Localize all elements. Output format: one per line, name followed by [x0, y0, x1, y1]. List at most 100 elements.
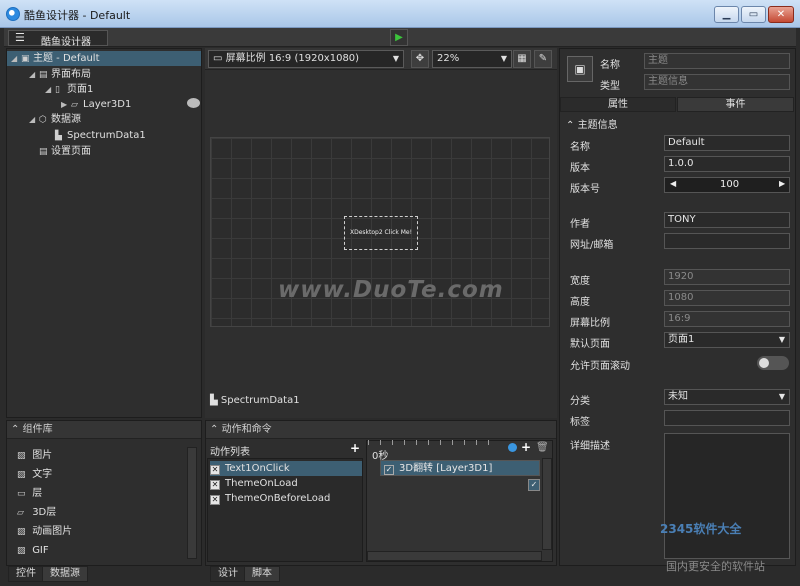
spectrum-data-icon: ▙	[55, 131, 62, 141]
expand-arrow-icon[interactable]: ◢	[45, 82, 55, 97]
expand-arrow-icon[interactable]: ◢	[11, 51, 21, 66]
collapse-circle-icon[interactable]: ⌃	[11, 424, 19, 435]
version-input[interactable]: 1.0.0	[664, 156, 790, 172]
decrement-arrow-icon[interactable]: ◀	[670, 179, 676, 188]
collapse-arrow-icon[interactable]: ▶	[61, 97, 71, 112]
author-input[interactable]: TONY	[664, 212, 790, 228]
field-label: 屏幕比例	[570, 318, 610, 329]
component-label: 文字	[32, 469, 53, 480]
object-name-field[interactable]: 主题	[644, 53, 790, 69]
visibility-eye-icon[interactable]	[187, 98, 200, 108]
tree-item-theme[interactable]: ◢ ▣ 主题 - Default	[7, 51, 201, 66]
title-bar: 酷鱼设计器 - Default ▁ ▭ ✕	[0, 0, 800, 28]
website-input[interactable]	[664, 233, 790, 249]
stage-text-element[interactable]: XDesktop2 Click Me!	[344, 216, 418, 250]
version-number-stepper[interactable]: ◀ 100 ▶	[664, 177, 790, 193]
site-watermark-tagline: 国内更安全的软件站	[666, 560, 765, 573]
action-label: Text1OnClick	[225, 463, 290, 474]
animated-image-icon: ▨	[17, 527, 26, 537]
name-label: 名称	[600, 60, 620, 71]
timeline-vscroll[interactable]	[542, 458, 552, 550]
component-animated-image[interactable]: ▨ 动画图片	[17, 523, 72, 541]
width-field: 1920	[664, 269, 790, 285]
canvas-toolbar: ▭ 屏幕比例 16:9 (1920x1080) ▼ ✥ 22% ▼ ▦ ✎	[205, 48, 557, 70]
tree-item-spectrumdata1[interactable]: ▙ SpectrumData1	[7, 128, 146, 143]
component-scrollbar[interactable]	[187, 447, 197, 559]
canvas-datasource-item[interactable]: ▙ SpectrumData1	[210, 395, 300, 406]
version-number-value: 100	[720, 179, 740, 190]
timeline-panel[interactable]	[366, 440, 553, 562]
add-command-icon[interactable]: +	[521, 440, 531, 454]
tree-item-settings-page[interactable]: ▤ 设置页面	[7, 144, 91, 159]
tree-item-label: 主题 - Default	[33, 53, 100, 64]
minimize-button[interactable]: ▁	[714, 6, 739, 23]
type-label: 类型	[600, 81, 620, 92]
theme-name-input[interactable]: Default	[664, 135, 790, 151]
collapse-circle-icon[interactable]: ⌃	[210, 424, 218, 435]
screen-ratio-select[interactable]: ▭ 屏幕比例 16:9 (1920x1080) ▼	[208, 50, 404, 68]
component-library-header[interactable]: ⌃ 组件库	[7, 421, 201, 439]
action-checkbox[interactable]: ✕	[210, 480, 220, 490]
timeline-hscroll[interactable]	[367, 551, 542, 561]
action-label: ThemeOnLoad	[225, 478, 298, 489]
hamburger-icon: ☰	[15, 31, 25, 44]
zoom-select[interactable]: 22% ▼	[432, 50, 512, 68]
app-logo-icon	[6, 7, 20, 21]
timeline-marker-icon[interactable]	[508, 443, 517, 452]
default-page-select[interactable]: 页面1 ▼	[664, 332, 790, 348]
tree-item-layout[interactable]: ◢ ▤ 界面布局	[7, 67, 91, 82]
tree-item-page1[interactable]: ◢ ▯ 页面1	[7, 82, 93, 97]
tab-datasource[interactable]: 数据源	[42, 566, 88, 582]
increment-arrow-icon[interactable]: ▶	[779, 179, 785, 188]
action-item[interactable]: ✕ ThemeOnBeforeLoad	[210, 491, 362, 506]
action-item[interactable]: ✕ ThemeOnLoad	[210, 476, 362, 491]
tab-events[interactable]: 事件	[677, 97, 794, 112]
expand-arrow-icon[interactable]: ◢	[29, 67, 39, 82]
field-label: 允许页面滚动	[570, 361, 630, 372]
run-preview-button[interactable]: ▶	[390, 29, 408, 46]
tree-item-layer3d1[interactable]: ▶ ▱ Layer3D1	[7, 97, 201, 112]
tab-controls[interactable]: 控件	[8, 566, 44, 582]
action-item[interactable]: ✕ Text1OnClick	[210, 461, 362, 476]
tab-properties[interactable]: 属性	[560, 97, 676, 112]
main-toolbar: ☰ 酷鱼设计器 ▶	[4, 28, 796, 48]
move-tool-button[interactable]: ✥	[411, 50, 429, 68]
action-label: ThemeOnBeforeLoad	[225, 493, 331, 504]
expand-arrow-icon[interactable]: ◢	[29, 112, 39, 127]
command-enable-checkbox[interactable]: ✓	[528, 479, 540, 491]
action-checkbox[interactable]: ✕	[210, 495, 220, 505]
description-textarea[interactable]	[664, 433, 790, 559]
tree-item-datasource[interactable]: ◢ ⬡ 数据源	[7, 112, 81, 127]
settings-wrench-button[interactable]: ✎	[534, 50, 552, 68]
wrench-icon: ✎	[538, 53, 548, 64]
add-action-icon[interactable]: +	[350, 441, 360, 455]
tab-script[interactable]: 脚本	[244, 566, 280, 582]
trash-icon[interactable]: 🗑	[536, 442, 549, 453]
command-item[interactable]: ✓ 3D翻转 [Layer3D1]	[380, 460, 540, 476]
grid-toggle-button[interactable]: ▦	[513, 50, 531, 68]
close-button[interactable]: ✕	[768, 6, 794, 23]
spectrum-data-icon: ▙	[210, 395, 221, 406]
action-checkbox[interactable]: ✕	[210, 465, 220, 475]
app-menu-button[interactable]: ☰ 酷鱼设计器	[8, 30, 108, 48]
collapse-circle-icon[interactable]: ⌃	[566, 120, 574, 131]
component-3d-layer[interactable]: ▱ 3D层	[17, 504, 56, 522]
component-gif[interactable]: ▨ GIF	[17, 542, 49, 560]
field-label: 高度	[570, 297, 590, 308]
actions-header[interactable]: ⌃ 动作和命令	[206, 421, 556, 439]
text-icon: ▧	[17, 470, 26, 480]
section-header[interactable]: ⌃ 主题信息	[566, 116, 618, 131]
component-text[interactable]: ▧ 文字	[17, 466, 52, 484]
action-list: ✕ Text1OnClick ✕ ThemeOnLoad ✕ ThemeOnBefor…	[207, 458, 363, 562]
component-layer[interactable]: ▭ 层	[17, 485, 42, 503]
allow-scroll-toggle[interactable]	[757, 356, 789, 370]
component-image[interactable]: ▨ 图片	[17, 447, 52, 465]
tab-design[interactable]: 设计	[210, 566, 246, 582]
tree-item-label: 设置页面	[51, 146, 91, 157]
page-icon: ▯	[55, 85, 60, 95]
category-select[interactable]: 未知 ▼	[664, 389, 790, 405]
maximize-button[interactable]: ▭	[741, 6, 766, 23]
tags-input[interactable]	[664, 410, 790, 426]
command-checkbox[interactable]: ✓	[384, 465, 394, 475]
command-label: 3D翻转 [Layer3D1]	[399, 463, 493, 474]
